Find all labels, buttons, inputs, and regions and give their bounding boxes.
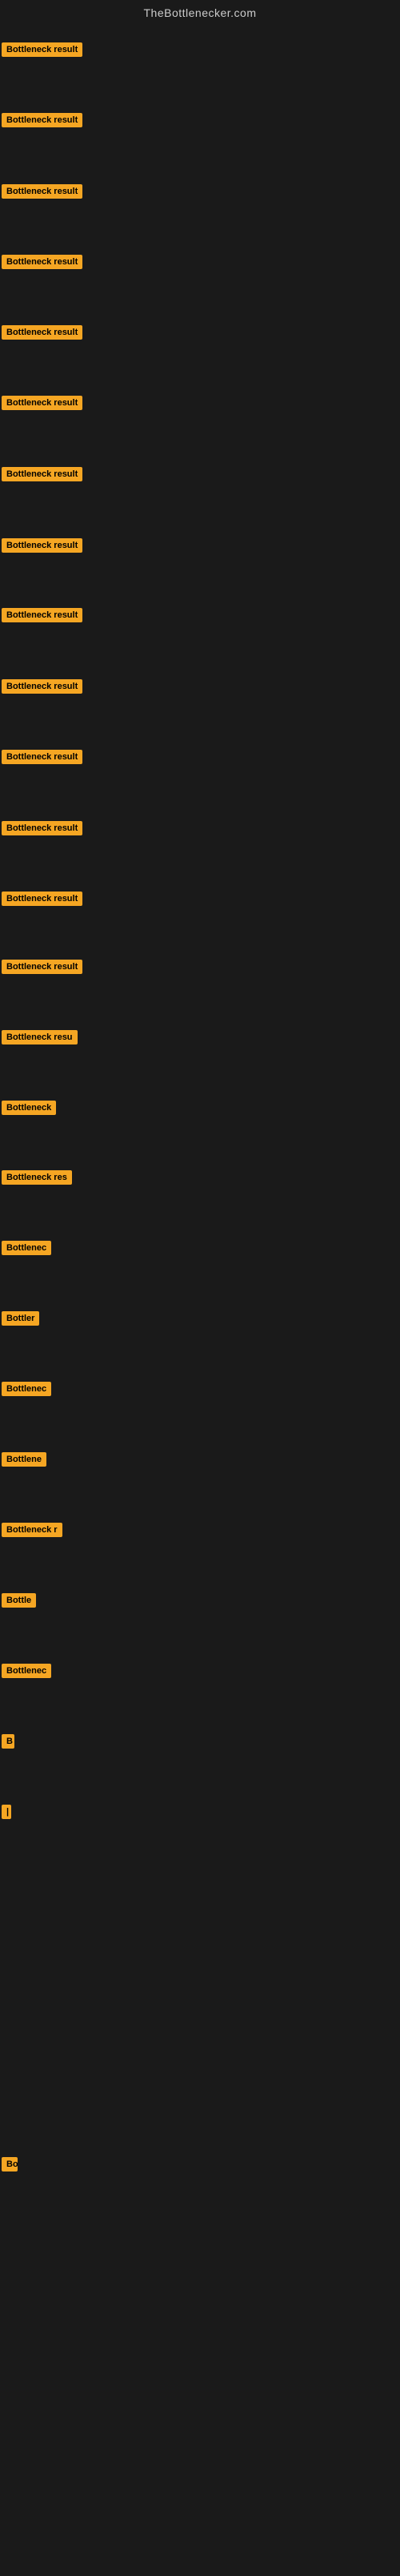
bottleneck-badge: Bottleneck r bbox=[2, 1523, 62, 1537]
bottleneck-item: Bottleneck result bbox=[2, 960, 82, 978]
bottleneck-item: Bottlenec bbox=[2, 1664, 51, 1682]
bottleneck-badge: Bottleneck result bbox=[2, 821, 82, 835]
bottleneck-item: Bottleneck result bbox=[2, 396, 82, 414]
bottleneck-item: Bottleneck result bbox=[2, 892, 82, 910]
bottleneck-badge: B bbox=[2, 1734, 14, 1749]
bottleneck-item: Bottler bbox=[2, 1311, 39, 1330]
bottleneck-badge: Bottlenec bbox=[2, 1382, 51, 1396]
bottleneck-item: Bottleneck result bbox=[2, 184, 82, 203]
bottleneck-badge: Bottleneck result bbox=[2, 538, 82, 553]
bottleneck-badge: Bottlenec bbox=[2, 1241, 51, 1255]
bottleneck-badge: Bottlene bbox=[2, 1452, 46, 1467]
bottleneck-badge: Bottlenec bbox=[2, 1664, 51, 1678]
bottleneck-badge: Bottle bbox=[2, 1593, 36, 1608]
bottleneck-item: Bottleneck result bbox=[2, 42, 82, 61]
bottleneck-item: B bbox=[2, 1734, 14, 1753]
bottleneck-badge: Bottleneck res bbox=[2, 1170, 72, 1185]
bottleneck-item: Bottleneck r bbox=[2, 1523, 62, 1541]
bottleneck-item: Bottleneck res bbox=[2, 1170, 72, 1189]
bottleneck-item: Bottleneck result bbox=[2, 113, 82, 131]
bottleneck-badge: Bo bbox=[2, 2157, 18, 2171]
bottleneck-badge: Bottleneck result bbox=[2, 679, 82, 694]
bottleneck-badge: | bbox=[2, 1805, 11, 1819]
bottleneck-badge: Bottleneck result bbox=[2, 396, 82, 410]
bottleneck-badge: Bottleneck result bbox=[2, 255, 82, 269]
bottleneck-item: Bottleneck result bbox=[2, 679, 82, 698]
bottleneck-badge: Bottleneck result bbox=[2, 113, 82, 127]
bottleneck-item: Bottle bbox=[2, 1593, 36, 1612]
bottleneck-item: Bottlenec bbox=[2, 1382, 51, 1400]
bottleneck-item: | bbox=[2, 1805, 11, 1823]
bottleneck-badge: Bottler bbox=[2, 1311, 39, 1326]
bottleneck-item: Bottleneck result bbox=[2, 467, 82, 485]
bottleneck-badge: Bottleneck result bbox=[2, 960, 82, 974]
bottleneck-badge: Bottleneck result bbox=[2, 325, 82, 340]
bottleneck-item: Bottleneck result bbox=[2, 750, 82, 768]
bottleneck-item: Bo bbox=[2, 2157, 18, 2176]
bottleneck-badge: Bottleneck result bbox=[2, 184, 82, 199]
bottleneck-badge: Bottleneck result bbox=[2, 608, 82, 622]
bottleneck-item: Bottleneck resu bbox=[2, 1030, 78, 1049]
bottleneck-item: Bottleneck result bbox=[2, 325, 82, 344]
bottleneck-badge: Bottleneck bbox=[2, 1101, 56, 1115]
bottleneck-badge: Bottleneck result bbox=[2, 892, 82, 906]
bottleneck-item: Bottleneck result bbox=[2, 538, 82, 557]
bottleneck-badge: Bottleneck result bbox=[2, 467, 82, 481]
bottleneck-badge: Bottleneck resu bbox=[2, 1030, 78, 1044]
bottleneck-item: Bottlenec bbox=[2, 1241, 51, 1259]
bottleneck-badge: Bottleneck result bbox=[2, 750, 82, 764]
items-container: Bottleneck result Bottleneck result Bottle… bbox=[0, 29, 400, 2576]
bottleneck-item: Bottleneck bbox=[2, 1101, 56, 1119]
bottleneck-item: Bottleneck result bbox=[2, 608, 82, 626]
bottleneck-badge: Bottleneck result bbox=[2, 42, 82, 57]
bottleneck-item: Bottlene bbox=[2, 1452, 46, 1471]
bottleneck-item: Bottleneck result bbox=[2, 255, 82, 273]
site-header: TheBottlenecker.com bbox=[0, 0, 400, 29]
bottleneck-item: Bottleneck result bbox=[2, 821, 82, 839]
